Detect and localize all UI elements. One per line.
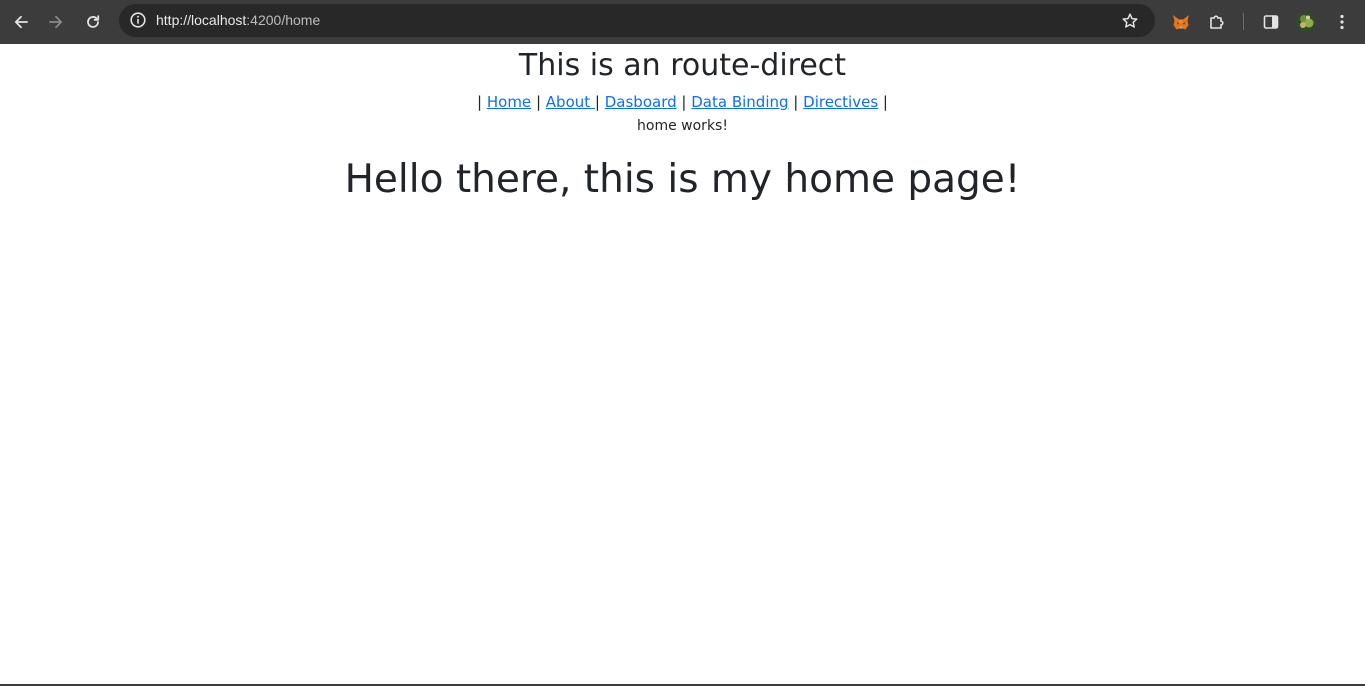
nav-link-home[interactable]: Home bbox=[487, 93, 531, 111]
url-text[interactable]: http://localhost:4200/home bbox=[156, 4, 320, 37]
extensions-button[interactable] bbox=[1203, 8, 1231, 36]
side-panel-icon bbox=[1262, 13, 1280, 31]
browser-toolbar: http://localhost:4200/home bbox=[0, 0, 1365, 44]
arrow-right-icon bbox=[47, 13, 65, 31]
puzzle-icon bbox=[1207, 12, 1227, 32]
profile-button[interactable] bbox=[1292, 8, 1320, 36]
star-icon[interactable] bbox=[1119, 10, 1141, 32]
home-headline: Hello there, this is my home page! bbox=[344, 157, 1021, 202]
nav-separator: | bbox=[793, 93, 799, 111]
url-port-path: :4200/home bbox=[246, 12, 321, 28]
reload-icon bbox=[84, 13, 102, 31]
back-button[interactable] bbox=[7, 8, 35, 36]
url-host: http://localhost bbox=[156, 12, 247, 28]
nav-separator: | bbox=[882, 93, 888, 111]
side-panel-button[interactable] bbox=[1257, 8, 1285, 36]
nav-separator: | bbox=[594, 93, 600, 111]
nav-separator: | bbox=[477, 93, 483, 111]
metamask-extension-button[interactable] bbox=[1167, 8, 1195, 36]
nav-separator: | bbox=[681, 93, 687, 111]
page-content: This is an route-direct | Home | About |… bbox=[0, 44, 1365, 684]
forward-button[interactable] bbox=[42, 8, 70, 36]
avatar bbox=[1295, 11, 1317, 33]
nav-link-directives[interactable]: Directives bbox=[803, 93, 878, 111]
address-bar[interactable]: http://localhost:4200/home bbox=[119, 4, 1155, 37]
arrow-left-icon bbox=[12, 13, 30, 31]
nav-link-dashboard[interactable]: Dasboard bbox=[605, 93, 677, 111]
toolbar-divider bbox=[1243, 13, 1244, 30]
kebab-menu-icon bbox=[1333, 13, 1351, 31]
reload-button[interactable] bbox=[79, 8, 107, 36]
fox-icon bbox=[1171, 12, 1191, 32]
browser-menu-button[interactable] bbox=[1328, 8, 1356, 36]
component-status-text: home works! bbox=[637, 118, 728, 134]
nav-link-about[interactable]: About bbox=[546, 93, 595, 111]
nav-link-data-binding[interactable]: Data Binding bbox=[691, 93, 788, 111]
info-icon[interactable] bbox=[127, 9, 149, 31]
nav-bar: | Home | About | Dasboard | Data Binding… bbox=[0, 91, 1365, 113]
site-title: This is an route-direct bbox=[518, 48, 847, 83]
nav-separator: | bbox=[535, 93, 541, 111]
